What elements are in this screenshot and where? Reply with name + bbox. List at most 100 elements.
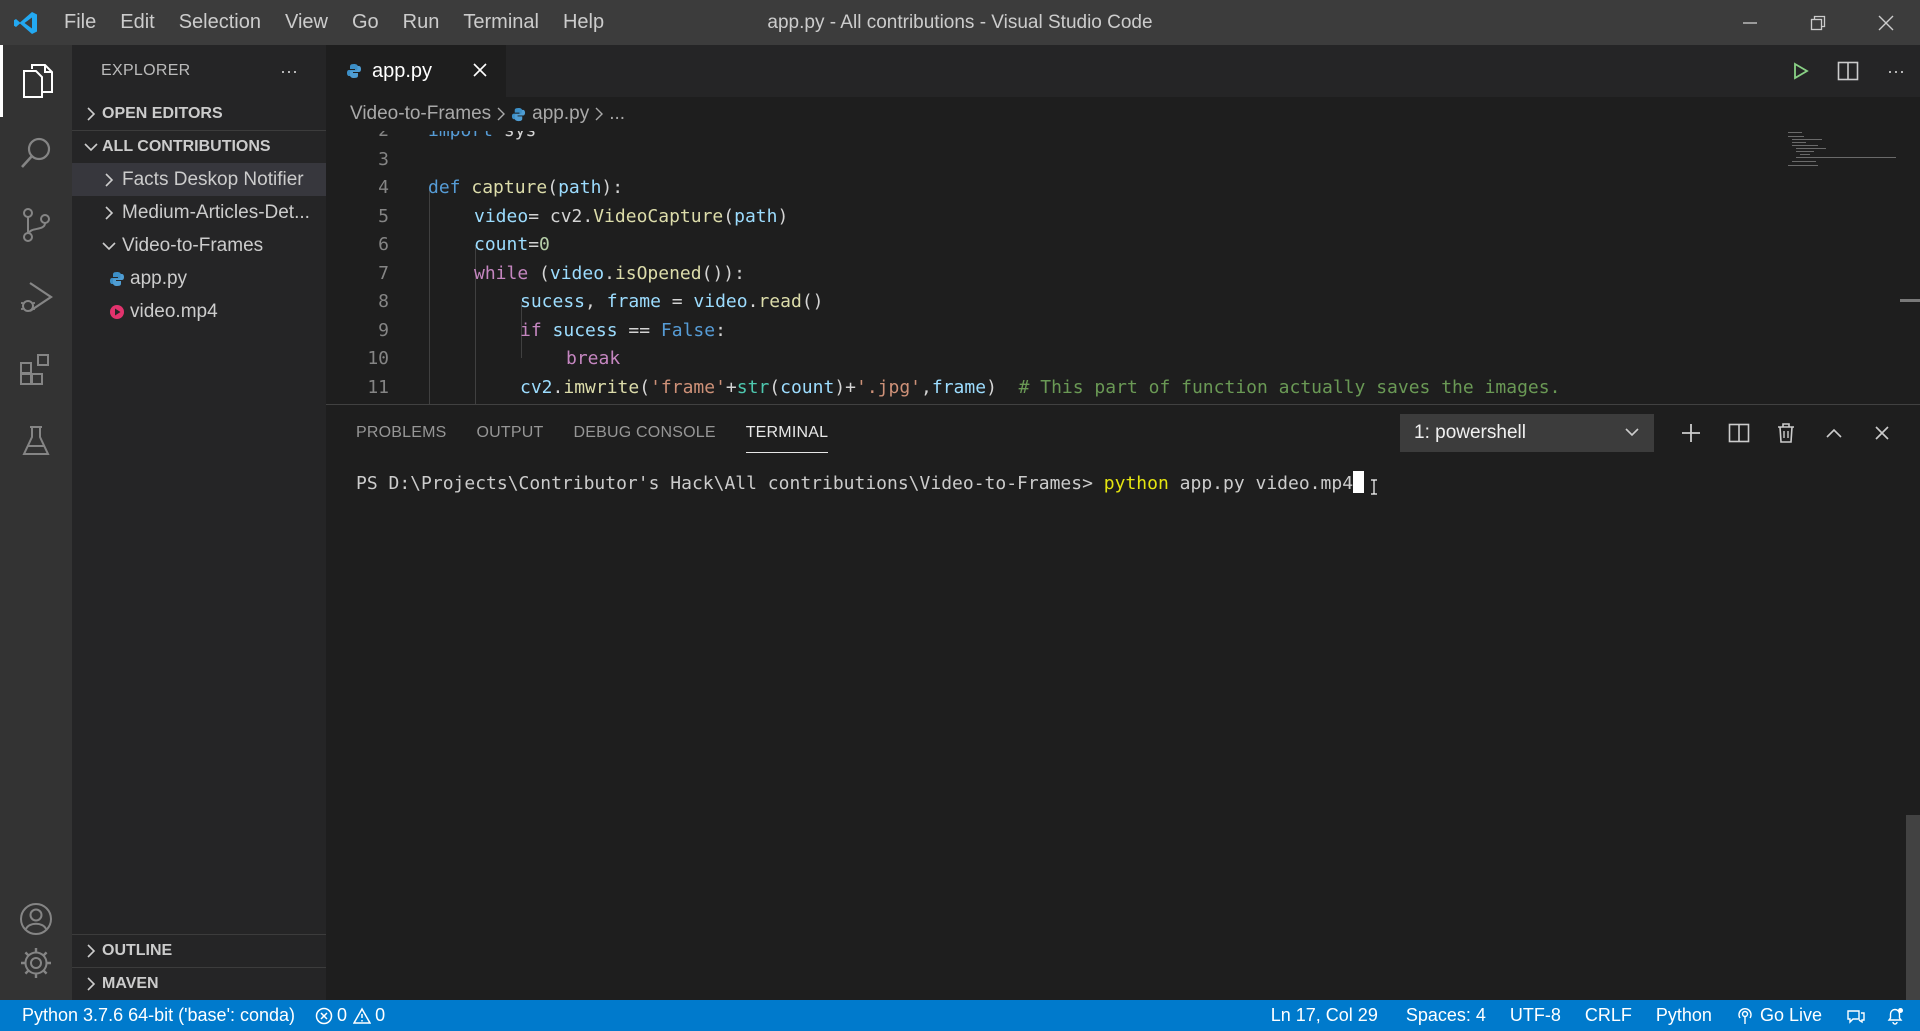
- terminal-cursor: [1353, 471, 1365, 493]
- split-terminal-icon[interactable]: [1719, 405, 1759, 461]
- menu-bar: File Edit Selection View Go Run Terminal…: [52, 0, 616, 45]
- line-number: 9: [378, 319, 389, 341]
- minimize-button[interactable]: [1716, 0, 1784, 45]
- code-token: count: [780, 376, 835, 398]
- code-token: import: [428, 131, 493, 141]
- code-text: count=0: [474, 231, 550, 259]
- code-editor[interactable]: 2import sys34def capture(path):5video= c…: [326, 131, 1920, 404]
- code-text: import sys: [428, 131, 536, 145]
- more-actions-icon[interactable]: ···: [1872, 61, 1920, 82]
- tab-app-py[interactable]: app.py: [326, 45, 506, 97]
- source-control-icon[interactable]: [0, 189, 72, 261]
- code-token: sys: [504, 131, 537, 141]
- indent-guide: [429, 187, 430, 404]
- encoding[interactable]: UTF-8: [1498, 1000, 1573, 1031]
- menu-go[interactable]: Go: [340, 0, 391, 45]
- code-token: ()):: [701, 262, 745, 284]
- restore-button[interactable]: [1784, 0, 1852, 45]
- code-token: (: [639, 376, 651, 398]
- terminal-scrollbar[interactable]: [1906, 815, 1920, 1001]
- more-actions-icon[interactable]: ···: [280, 61, 298, 82]
- title-bar: File Edit Selection View Go Run Terminal…: [0, 0, 1920, 45]
- tree-item-facts-deskop-notifier[interactable]: Facts Deskop Notifier: [72, 163, 326, 196]
- code-token: sucess: [520, 291, 586, 312]
- split-editor-icon[interactable]: [1824, 61, 1872, 81]
- notifications-bell-icon[interactable]: [1878, 1000, 1920, 1031]
- menu-edit[interactable]: Edit: [108, 0, 166, 45]
- close-panel-icon[interactable]: [1862, 405, 1902, 461]
- run-python-file-icon[interactable]: [1776, 61, 1824, 81]
- tree-item-app-py[interactable]: app.py: [72, 262, 326, 295]
- testing-flask-icon[interactable]: [0, 405, 72, 477]
- line-number: 3: [378, 148, 389, 170]
- explorer-files-icon[interactable]: [0, 45, 72, 117]
- tab-output[interactable]: OUTPUT: [477, 405, 544, 461]
- kill-terminal-trash-icon[interactable]: [1766, 405, 1806, 461]
- status-bar: Python 3.7.6 64-bit ('base': conda) 0 0 …: [0, 1000, 1920, 1031]
- workspace-section[interactable]: ALL CONTRIBUTIONS: [72, 130, 326, 163]
- python-interpreter[interactable]: Python 3.7.6 64-bit ('base': conda): [0, 1000, 305, 1031]
- code-token: cv2: [520, 376, 553, 398]
- go-live-button[interactable]: Go Live: [1724, 1000, 1834, 1031]
- new-terminal-icon[interactable]: [1671, 405, 1711, 461]
- explorer-title: EXPLORER: [101, 62, 191, 79]
- breadcrumb-symbol[interactable]: ...: [609, 103, 625, 125]
- code-token: (: [539, 262, 550, 284]
- settings-gear-icon[interactable]: [0, 927, 72, 999]
- problems-summary[interactable]: 0 0: [305, 1000, 395, 1031]
- code-token: (): [801, 291, 824, 312]
- tree-item-label: Facts Deskop Notifier: [122, 168, 304, 190]
- code-token: .: [552, 376, 564, 398]
- tree-item-video-to-frames[interactable]: Video-to-Frames: [72, 229, 326, 262]
- open-editors-section[interactable]: OPEN EDITORS: [72, 97, 326, 130]
- maven-section[interactable]: MAVEN: [72, 967, 326, 1000]
- chevron-right-icon: [98, 205, 120, 220]
- maximize-panel-chevron-up-icon[interactable]: [1814, 405, 1854, 461]
- search-icon[interactable]: [0, 117, 72, 189]
- feedback-icon[interactable]: [1834, 1000, 1878, 1031]
- tree-item-video-mp4[interactable]: video.mp4: [72, 295, 326, 328]
- code-token: sucess: [552, 319, 618, 341]
- code-token: while: [474, 262, 529, 284]
- menu-file[interactable]: File: [52, 0, 108, 45]
- breadcrumb-file[interactable]: app.py: [532, 103, 589, 125]
- terminal-selector-value: 1: powershell: [1414, 422, 1526, 443]
- close-window-button[interactable]: [1852, 0, 1920, 45]
- terminal-output[interactable]: PS D:\Projects\Contributor's Hack\All co…: [356, 471, 1378, 495]
- tab-problems[interactable]: PROBLEMS: [356, 405, 447, 461]
- code-token: VideoCapture: [593, 205, 724, 227]
- chevron-down-icon: [1624, 426, 1640, 438]
- explorer-sidebar: EXPLORER ··· OPEN EDITORS ALL CONTRIBUTI…: [72, 45, 326, 1000]
- run-debug-icon[interactable]: [0, 261, 72, 333]
- menu-terminal[interactable]: Terminal: [451, 0, 551, 45]
- code-token: =: [528, 234, 540, 255]
- tab-debug-console[interactable]: DEBUG CONSOLE: [574, 405, 716, 461]
- cursor-position[interactable]: Ln 17, Col 29: [1255, 1000, 1394, 1031]
- terminal-selector[interactable]: 1: powershell: [1400, 414, 1654, 452]
- menu-run[interactable]: Run: [391, 0, 452, 45]
- menu-view[interactable]: View: [273, 0, 340, 45]
- language-mode[interactable]: Python: [1644, 1000, 1724, 1031]
- minimap[interactable]: [1780, 131, 1900, 171]
- editor-scrollbar[interactable]: [1900, 299, 1920, 302]
- chevron-right-icon: [80, 944, 102, 958]
- close-tab-icon[interactable]: [470, 60, 490, 80]
- warning-count: 0: [375, 1005, 386, 1025]
- extensions-icon[interactable]: [0, 333, 72, 405]
- tab-terminal[interactable]: TERMINAL: [745, 405, 829, 453]
- line-number: 8: [378, 291, 389, 312]
- outline-section[interactable]: OUTLINE: [72, 934, 326, 967]
- menu-help[interactable]: Help: [551, 0, 616, 45]
- explorer-header: EXPLORER ···: [72, 45, 326, 97]
- menu-selection[interactable]: Selection: [167, 0, 273, 45]
- indentation[interactable]: Spaces: 4: [1394, 1000, 1498, 1031]
- code-token: read: [758, 291, 802, 312]
- chevron-right-icon: [595, 107, 604, 121]
- code-token: video: [474, 205, 529, 227]
- open-editors-label: OPEN EDITORS: [102, 104, 223, 122]
- editor-actions: ···: [1776, 45, 1920, 97]
- end-of-line[interactable]: CRLF: [1573, 1000, 1644, 1031]
- code-token: = cv2.: [528, 205, 594, 227]
- breadcrumb-folder[interactable]: Video-to-Frames: [350, 103, 491, 125]
- tree-item-medium-articles[interactable]: Medium-Articles-Det...: [72, 196, 326, 229]
